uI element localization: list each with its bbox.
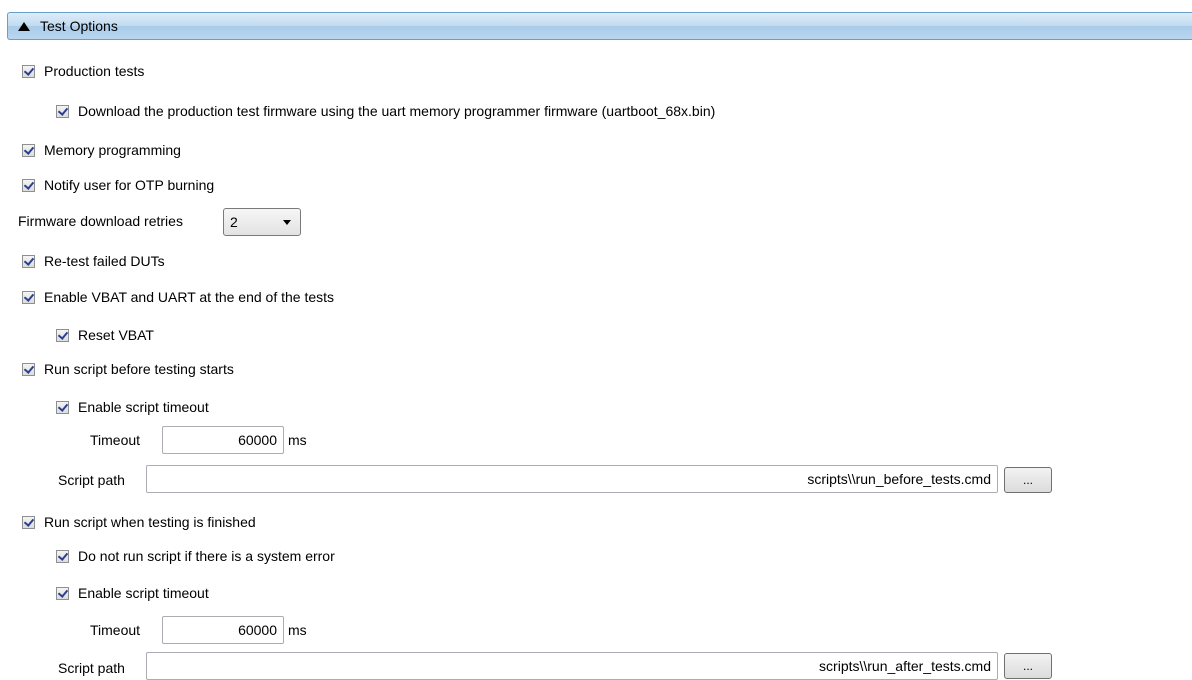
after-browse-button[interactable]: ... (1004, 653, 1052, 679)
fw-retries-value: 2 (230, 214, 238, 230)
after-enable-timeout-checkbox[interactable] (56, 586, 69, 600)
production-tests-checkbox[interactable] (22, 64, 35, 78)
after-no-run-on-error-label: Do not run script if there is a system e… (78, 548, 335, 564)
after-enable-timeout-option[interactable]: Enable script timeout (56, 585, 209, 601)
test-options-header[interactable]: Test Options (7, 12, 1192, 40)
fw-retries-select[interactable]: 2 (223, 208, 301, 236)
reset-vbat-option[interactable]: Reset VBAT (56, 327, 154, 343)
memory-programming-option[interactable]: Memory programming (22, 142, 181, 158)
after-script-path-value: scripts\\run_after_tests.cmd (819, 658, 991, 674)
before-script-path-label: Script path (58, 472, 125, 488)
retest-failed-option[interactable]: Re-test failed DUTs (22, 253, 165, 269)
run-before-checkbox[interactable] (22, 362, 35, 376)
retest-failed-checkbox[interactable] (22, 254, 35, 268)
enable-vbat-uart-checkbox[interactable] (22, 290, 35, 304)
notify-otp-option[interactable]: Notify user for OTP burning (22, 177, 214, 193)
download-fw-label: Download the production test firmware us… (78, 103, 716, 119)
run-before-label: Run script before testing starts (44, 361, 234, 377)
after-no-run-on-error-checkbox[interactable] (56, 549, 69, 563)
before-enable-timeout-checkbox[interactable] (56, 400, 69, 414)
reset-vbat-label: Reset VBAT (78, 327, 154, 343)
after-script-path-input[interactable]: scripts\\run_after_tests.cmd (146, 652, 998, 680)
run-after-option[interactable]: Run script when testing is finished (22, 514, 256, 530)
run-before-option[interactable]: Run script before testing starts (22, 361, 234, 377)
notify-otp-checkbox[interactable] (22, 178, 35, 192)
after-enable-timeout-label: Enable script timeout (78, 585, 209, 601)
before-timeout-value: 60000 (238, 432, 277, 448)
before-enable-timeout-label: Enable script timeout (78, 399, 209, 415)
fw-retries-label: Firmware download retries (18, 213, 183, 229)
after-timeout-value: 60000 (238, 622, 277, 638)
download-fw-checkbox[interactable] (56, 104, 69, 118)
before-script-path-input[interactable]: scripts\\run_before_tests.cmd (146, 465, 998, 493)
memory-programming-checkbox[interactable] (22, 143, 35, 157)
after-timeout-input[interactable]: 60000 (162, 616, 284, 644)
before-script-path-value: scripts\\run_before_tests.cmd (807, 471, 991, 487)
after-timeout-label: Timeout (90, 622, 141, 638)
after-script-path-label: Script path (58, 660, 125, 676)
reset-vbat-checkbox[interactable] (56, 328, 69, 342)
memory-programming-label: Memory programming (44, 142, 181, 158)
before-enable-timeout-option[interactable]: Enable script timeout (56, 399, 209, 415)
production-tests-option[interactable]: Production tests (22, 63, 144, 79)
section-title: Test Options (40, 18, 118, 34)
run-after-label: Run script when testing is finished (44, 514, 256, 530)
production-tests-label: Production tests (44, 63, 145, 79)
before-timeout-input[interactable]: 60000 (162, 426, 284, 454)
notify-otp-label: Notify user for OTP burning (44, 177, 215, 193)
enable-vbat-uart-option[interactable]: Enable VBAT and UART at the end of the t… (22, 289, 334, 305)
before-timeout-unit: ms (288, 432, 307, 448)
after-timeout-unit: ms (288, 622, 307, 638)
run-after-checkbox[interactable] (22, 515, 35, 529)
download-fw-option[interactable]: Download the production test firmware us… (56, 103, 715, 119)
chevron-down-icon (283, 220, 291, 225)
enable-vbat-uart-label: Enable VBAT and UART at the end of the t… (44, 289, 335, 305)
after-no-run-on-error-option[interactable]: Do not run script if there is a system e… (56, 548, 335, 564)
before-timeout-label: Timeout (90, 432, 141, 448)
before-browse-button[interactable]: ... (1004, 467, 1052, 493)
retest-failed-label: Re-test failed DUTs (44, 253, 165, 269)
collapse-triangle-icon[interactable] (18, 21, 30, 31)
